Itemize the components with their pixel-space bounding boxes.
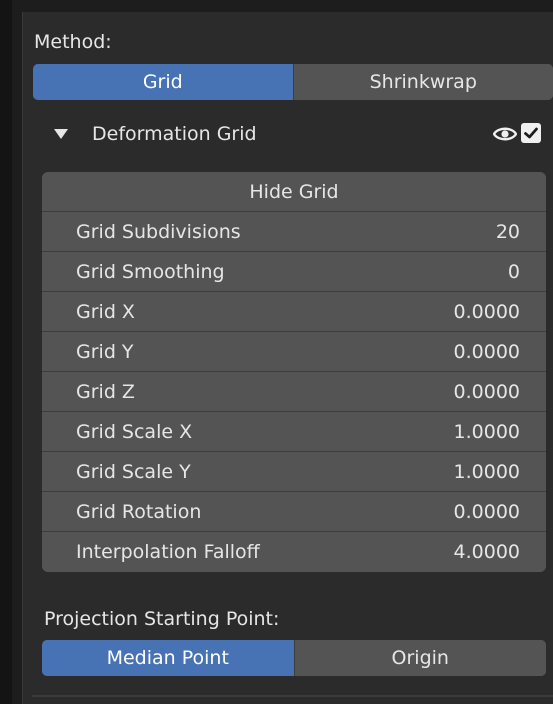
field-value: 1.0000 xyxy=(453,460,520,483)
grid-x-field[interactable]: Grid X 0.0000 xyxy=(42,292,546,332)
field-value: 1.0000 xyxy=(453,420,520,443)
field-label: Interpolation Falloff xyxy=(76,541,260,563)
panel-bottom-divider xyxy=(32,695,553,697)
grid-rotation-field[interactable]: Grid Rotation 0.0000 xyxy=(42,492,546,532)
method-option-shrinkwrap[interactable]: Shrinkwrap xyxy=(292,64,553,100)
enable-checkbox[interactable] xyxy=(521,123,541,143)
field-label: Grid Z xyxy=(76,380,135,403)
field-label: Grid Scale X xyxy=(76,420,193,443)
field-label: Grid Y xyxy=(76,340,134,363)
grid-scale-y-field[interactable]: Grid Scale Y 1.0000 xyxy=(42,452,546,492)
editor-edge xyxy=(0,0,12,704)
field-value: 20 xyxy=(495,220,520,243)
grid-properties: Hide Grid Grid Subdivisions 20 Grid Smoo… xyxy=(42,172,546,572)
method-label: Method: xyxy=(34,31,112,53)
field-label: Grid Scale Y xyxy=(76,460,191,483)
field-value: 0.0000 xyxy=(453,300,520,323)
grid-subdivisions-field[interactable]: Grid Subdivisions 20 xyxy=(42,212,546,252)
field-value: 0.0000 xyxy=(453,380,520,403)
deformation-grid-header[interactable]: Deformation Grid xyxy=(44,110,553,158)
grid-smoothing-field[interactable]: Grid Smoothing 0 xyxy=(42,252,546,292)
field-value: 0.0000 xyxy=(453,340,520,363)
projection-selector: Median Point Origin xyxy=(42,640,546,676)
field-label: Grid Subdivisions xyxy=(76,220,241,243)
grid-z-field[interactable]: Grid Z 0.0000 xyxy=(42,372,546,412)
projection-option-median-point[interactable]: Median Point xyxy=(42,640,294,676)
grid-scale-x-field[interactable]: Grid Scale X 1.0000 xyxy=(42,412,546,452)
method-selector: Grid Shrinkwrap xyxy=(33,64,553,100)
interpolation-falloff-field[interactable]: Interpolation Falloff 4.0000 xyxy=(42,532,546,572)
projection-option-origin[interactable]: Origin xyxy=(293,640,546,676)
field-value: 4.0000 xyxy=(453,541,520,563)
collapse-triangle-icon[interactable] xyxy=(54,129,68,139)
projection-label: Projection Starting Point: xyxy=(44,608,280,630)
field-value: 0.0000 xyxy=(453,500,520,523)
method-option-grid[interactable]: Grid xyxy=(33,64,293,100)
field-value: 0 xyxy=(507,260,520,283)
subpanel-title: Deformation Grid xyxy=(92,123,257,145)
checkmark-icon xyxy=(524,127,538,139)
grid-y-field[interactable]: Grid Y 0.0000 xyxy=(42,332,546,372)
field-label: Grid X xyxy=(76,300,135,323)
hide-grid-button[interactable]: Hide Grid xyxy=(42,172,546,212)
field-label: Grid Smoothing xyxy=(76,260,225,283)
field-label: Grid Rotation xyxy=(76,500,202,523)
properties-editor: Method: Grid Shrinkwrap Deformation Grid… xyxy=(0,0,553,704)
eye-icon[interactable] xyxy=(493,122,517,146)
